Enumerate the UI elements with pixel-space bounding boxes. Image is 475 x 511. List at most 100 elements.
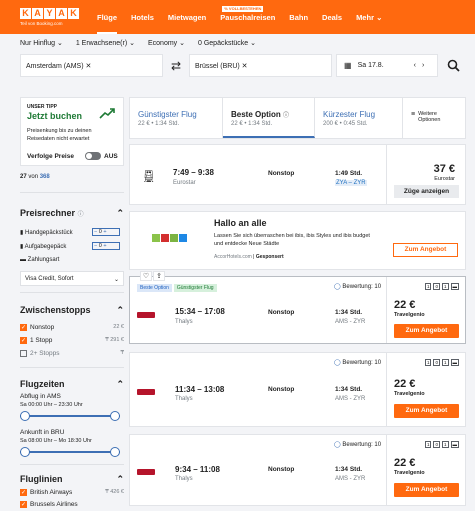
nav-hotels[interactable]: Hotels [131, 0, 154, 34]
result-route: AMS - ZYR [335, 476, 366, 482]
sort-tab-more[interactable]: ≡ Weitere Optionen [403, 98, 454, 138]
result-time: 9:34 – 11:08 [175, 465, 220, 474]
checked-bag-icon: ▮ [20, 244, 24, 250]
airlines-title[interactable]: Fluglinien ⌃ [20, 474, 124, 485]
ad-title: Hallo an alle [214, 218, 267, 228]
tip-label: UNSER TIPP [27, 104, 58, 110]
result-carrier: Thalys [175, 396, 193, 402]
stop-option-2plus[interactable]: 2+ Stopps ₸ [20, 350, 124, 357]
payment-row: ▬ Zahlungsart [20, 257, 124, 263]
bags-select[interactable]: 0 Gepäckstücke ⌄ [198, 39, 256, 47]
result-stops: Nonstop [268, 170, 295, 177]
ad-card[interactable]: Hallo an alle Lassen Sie sich überrasche… [129, 211, 466, 270]
nav-bahn[interactable]: Bahn [289, 0, 308, 34]
origin-chip[interactable]: Amsterdam (AMS) ✕ [21, 62, 91, 70]
stop-option-1[interactable]: ✓ 1 Stopp ₸ 291 € [20, 337, 124, 344]
checked-bag-stepper[interactable]: − 0 + [92, 242, 120, 250]
result-provider: Eurostar [434, 176, 455, 182]
offer-button[interactable]: Zum Angebot [394, 404, 459, 418]
carry-on-icon: ▮ [20, 230, 24, 236]
payment-label: Zahlungsart [27, 257, 60, 263]
date-prev-icon[interactable]: ‹ [414, 62, 416, 69]
carry-on-stepper[interactable]: − 0 + [92, 228, 120, 236]
sort-tab-cheapest[interactable]: Günstigster Flug 22 € • 1:34 Std. [130, 98, 223, 138]
departure-slider-min[interactable] [20, 411, 30, 421]
checked-bag-row: ▮ Aufgabegepäck − 0 + [20, 242, 124, 250]
cabin-select[interactable]: Economy ⌄ [148, 39, 185, 47]
departure-slider-track[interactable] [20, 415, 120, 417]
result-carrier: Thalys [175, 476, 193, 482]
result-time: 15:34 – 17:08 [175, 307, 225, 316]
result-route: ZYA – ZYR [335, 180, 367, 186]
arrival-range: Sa 08:00 Uhr – Mo 18:30 Uhr [20, 438, 92, 444]
nav-mehr[interactable]: Mehr ⌄ [356, 0, 382, 34]
offer-button[interactable]: Zum Angebot [394, 324, 459, 338]
nav-deals[interactable]: Deals [322, 0, 342, 34]
arrival-slider-track[interactable] [20, 451, 120, 453]
checked-bag-label: Aufgabegepäck [24, 244, 67, 250]
price-calculator-title[interactable]: Preisrechner ⓘ ⌃ [20, 208, 124, 219]
logo-letter: K [68, 8, 79, 19]
departure-slider-max[interactable] [110, 411, 120, 421]
offer-button[interactable]: Zum Angebot [394, 483, 459, 497]
credit-card-icon: ▬ [20, 257, 26, 263]
result-price: 22 € [394, 299, 416, 311]
top-bar: K A Y A K Teil von Booking.com Flüge Hot… [0, 0, 475, 34]
logo-subtitle: Teil von Booking.com [20, 21, 63, 26]
nav-pauschalreisen[interactable]: % VOLLBESTEHEN Pauschalreisen [220, 0, 275, 34]
divider [20, 192, 124, 193]
date-field[interactable]: ▦ Sa 17.8. ‹ › [336, 54, 438, 77]
result-card[interactable]: 11:34 – 13:08 Thalys Nonstop 1:34 Std. A… [129, 352, 466, 427]
arrival-slider-max[interactable] [110, 447, 120, 457]
ad-offer-button[interactable]: Zum Angebot [393, 243, 458, 257]
ad-text: Lassen Sie sich überraschen bei ibis, ib… [214, 233, 370, 247]
payment-select[interactable]: Visa Credit, Sofort ⌄ [20, 271, 124, 286]
result-card[interactable]: 🚆︎ 7:49 – 9:38 Eurostar Nonstop 1:49 Std… [129, 144, 466, 205]
airline-option[interactable]: ✓ Brussels Airlines [20, 501, 124, 508]
result-price: 22 € [394, 457, 416, 469]
sort-tab-fastest[interactable]: Kürzester Flug 200 € • 0:45 Std. [315, 98, 403, 138]
kayak-logo[interactable]: K A Y A K Teil von Booking.com [20, 8, 79, 26]
origin-field[interactable]: Amsterdam (AMS) ✕ [20, 54, 163, 77]
result-duration: 1:34 Std. [335, 386, 363, 393]
tip-title: Jetzt buchen [27, 111, 83, 121]
result-provider: Travelgenio [394, 470, 425, 476]
destination-field[interactable]: Brüssel (BRU) ✕ [189, 54, 332, 77]
nav-mietwagen[interactable]: Mietwagen [168, 0, 206, 34]
share-icon[interactable]: ⇪ [153, 271, 165, 281]
result-duration: 1:34 Std. [335, 466, 363, 473]
track-prices-state: AUS [104, 153, 118, 160]
nav-fluege[interactable]: Flüge [97, 0, 117, 34]
arrival-label: Ankunft in BRU [20, 429, 65, 436]
stop-option-nonstop[interactable]: ✓ Nonstop 22 € [20, 324, 124, 331]
view-trains-button[interactable]: Züge anzeigen [394, 185, 459, 198]
result-count: 27 von 368 [20, 174, 124, 180]
travelers-select[interactable]: 1 Erwachsene(r) ⌄ [76, 39, 135, 47]
divider [20, 292, 124, 293]
date-next-icon[interactable]: › [422, 62, 424, 69]
tip-text: Preisenkung bis zu deinen Reisedaten nic… [27, 128, 92, 142]
arrival-slider-min[interactable] [20, 447, 30, 457]
swap-icon[interactable]: ⇄ [164, 54, 188, 77]
result-carrier: Thalys [175, 319, 193, 325]
destination-chip[interactable]: Brüssel (BRU) ✕ [190, 62, 248, 70]
thalys-logo [137, 389, 155, 395]
sort-tab-best[interactable]: Beste Option ⓘ 22 € • 1:34 Std. [223, 98, 315, 138]
trip-type-select[interactable]: Nur Hinflug ⌄ [20, 39, 63, 47]
result-card[interactable]: 9:34 – 11:08 Thalys Nonstop 1:34 Std. AM… [129, 434, 466, 506]
lines-icon: ≡ [411, 111, 416, 118]
carry-on-row: ▮ Handgepäckstück − 0 + [20, 228, 124, 236]
result-carrier: Eurostar [173, 180, 196, 186]
heart-icon[interactable]: ♡ [140, 271, 152, 281]
track-prices-toggle[interactable] [85, 152, 101, 160]
search-icon[interactable] [441, 54, 466, 77]
airline-option[interactable]: ✓ British Airways ₸ 426 € [20, 489, 124, 496]
result-count-total[interactable]: 368 [40, 174, 50, 180]
flight-times-title[interactable]: Flugzeiten ⌃ [20, 379, 124, 390]
stops-title[interactable]: Zwischenstopps ⌃ [20, 305, 124, 316]
hotel-brands-logo [152, 234, 187, 242]
result-time: 11:34 – 13:08 [175, 385, 225, 394]
calendar-icon: ▦ [344, 61, 352, 70]
result-count-mid: von [28, 174, 39, 180]
result-card[interactable]: ♡ ⇪ Beste Option Günstigster Flug 15:34 … [129, 271, 466, 344]
